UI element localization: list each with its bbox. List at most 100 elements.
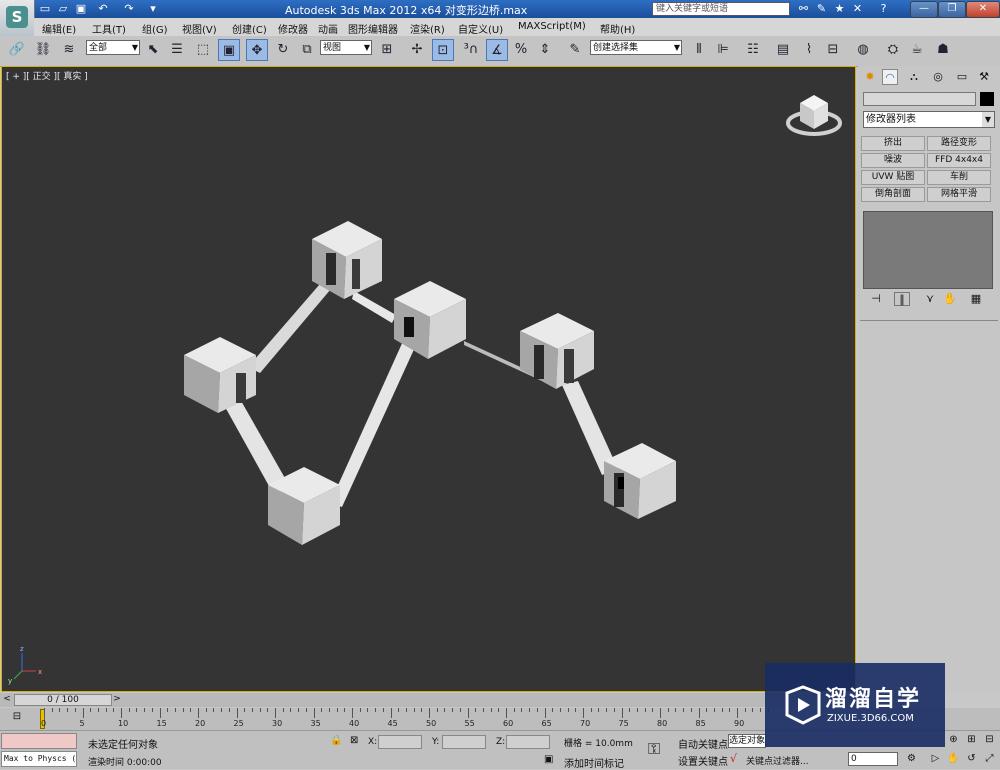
- manipulate-icon[interactable]: ✢: [406, 39, 428, 61]
- select-move-icon[interactable]: ✥: [246, 39, 268, 61]
- next-frame-arrow-icon[interactable]: >: [112, 694, 122, 706]
- orbit-icon[interactable]: ↺: [964, 752, 979, 766]
- redo-icon[interactable]: ↷: [122, 2, 136, 15]
- prev-frame-arrow-icon[interactable]: <: [2, 694, 12, 706]
- schematic-view-icon[interactable]: ⊟: [822, 39, 844, 61]
- selection-filter-dropdown[interactable]: 全部 ▼: [86, 40, 140, 55]
- maxscript-listener-output[interactable]: [1, 733, 77, 749]
- perspective-viewport[interactable]: [ + ][ 正交 ][ 真实 ] z x y: [1, 66, 856, 692]
- hierarchy-tab-icon[interactable]: ⛬: [906, 69, 922, 85]
- extrude-button[interactable]: 挤出: [861, 136, 925, 151]
- percent-snap-icon[interactable]: %: [510, 39, 532, 61]
- quick-access-dropdown-icon[interactable]: ▾: [146, 2, 160, 15]
- configure-sets-icon[interactable]: ▦: [968, 292, 984, 306]
- z-coord-field[interactable]: [506, 735, 550, 749]
- zoom-extents-all-icon[interactable]: ⊟: [982, 733, 997, 747]
- favorites-icon[interactable]: ★: [832, 2, 847, 16]
- app-menu-button[interactable]: S: [0, 0, 35, 36]
- rendered-frame-window-icon[interactable]: ☕: [906, 39, 928, 61]
- angle-snap-icon[interactable]: ∡: [486, 39, 508, 61]
- select-by-name-icon[interactable]: ☰: [166, 39, 188, 61]
- rect-selection-region-icon[interactable]: ⬚: [192, 39, 214, 61]
- material-editor-icon[interactable]: ◍: [852, 39, 874, 61]
- set-key-button[interactable]: 设置关键点: [678, 753, 728, 768]
- menu-views[interactable]: 视图(V): [182, 21, 217, 36]
- binoculars-icon[interactable]: ⚯: [796, 2, 811, 16]
- key-filters-button[interactable]: 关键点过滤器...: [746, 754, 809, 767]
- maximize-viewport-icon[interactable]: ⤢: [982, 752, 997, 766]
- menu-animation[interactable]: 动画: [318, 21, 338, 36]
- menu-help[interactable]: 帮助(H): [600, 21, 635, 36]
- box-object[interactable]: [520, 313, 594, 389]
- zoom-extents-icon[interactable]: ⊞: [964, 733, 979, 747]
- mini-curve-editor-icon[interactable]: ⊟: [8, 711, 26, 725]
- menu-graph-editors[interactable]: 图形编辑器: [348, 21, 398, 36]
- pivot-center-icon[interactable]: ⊞: [376, 39, 398, 61]
- open-file-icon[interactable]: ▱: [56, 2, 70, 15]
- current-frame-field[interactable]: 0: [848, 752, 898, 766]
- motion-tab-icon[interactable]: ◎: [930, 69, 946, 85]
- modifier-stack[interactable]: [863, 211, 993, 289]
- graphite-ribbon-icon[interactable]: ▤: [772, 39, 794, 61]
- select-object-icon[interactable]: ⬉: [142, 39, 164, 61]
- create-tab-icon[interactable]: ✸: [862, 69, 878, 85]
- display-tab-icon[interactable]: ▭: [954, 69, 970, 85]
- bind-space-warp-icon[interactable]: ≋: [58, 39, 80, 61]
- menu-create[interactable]: 创建(C): [232, 21, 267, 36]
- viewcube[interactable]: [786, 95, 842, 136]
- key-mode-curve-icon[interactable]: √: [730, 752, 737, 765]
- keyboard-shortcut-override-icon[interactable]: ⊡: [432, 39, 454, 61]
- save-file-icon[interactable]: ▣: [74, 2, 88, 15]
- unlink-icon[interactable]: ⛓: [32, 39, 54, 61]
- menu-customize[interactable]: 自定义(U): [458, 21, 503, 36]
- time-config-icon[interactable]: ⚙: [904, 752, 919, 766]
- remove-modifier-icon[interactable]: ✋: [942, 292, 958, 306]
- menu-modifiers[interactable]: 修改器: [278, 21, 308, 36]
- y-coord-field[interactable]: [442, 735, 486, 749]
- align-icon[interactable]: ⊫: [712, 39, 734, 61]
- uvw-map-button[interactable]: UVW 贴图: [861, 170, 925, 185]
- absolute-mode-icon[interactable]: ⊠: [350, 735, 358, 746]
- x-coord-field[interactable]: [378, 735, 422, 749]
- new-file-icon[interactable]: ▭: [38, 2, 52, 15]
- snap-toggle-icon[interactable]: ³∩: [460, 39, 482, 61]
- bevel-profile-button[interactable]: 倒角剖面: [861, 187, 925, 202]
- key-icon[interactable]: ⚿: [648, 739, 660, 759]
- minimize-button[interactable]: —: [910, 1, 938, 18]
- ffd-button[interactable]: FFD 4x4x4: [927, 153, 991, 168]
- key-selection-set-dropdown[interactable]: 选定对象: [728, 734, 766, 748]
- menu-group[interactable]: 组(G): [142, 21, 168, 36]
- maxscript-mini-listener[interactable]: Max to Physcs (: [1, 751, 77, 767]
- edit-named-selection-icon[interactable]: ✎: [564, 39, 586, 61]
- render-setup-icon[interactable]: ⛭: [882, 39, 904, 61]
- pin-stack-icon[interactable]: ⊣: [868, 292, 884, 306]
- time-slider-knob[interactable]: 0 / 100: [14, 694, 112, 706]
- modifier-list-dropdown[interactable]: 修改器列表 ▼: [863, 111, 995, 128]
- menu-edit[interactable]: 编辑(E): [42, 21, 76, 36]
- field-of-view-icon[interactable]: ▷: [928, 752, 943, 766]
- noise-button[interactable]: 噪波: [861, 153, 925, 168]
- object-name-field[interactable]: [863, 92, 976, 106]
- maximize-button[interactable]: ❐: [938, 1, 966, 18]
- time-tag-icon[interactable]: ▣: [544, 754, 553, 765]
- select-scale-icon[interactable]: ⧉: [296, 39, 318, 61]
- pan-hand-icon[interactable]: ✋: [946, 752, 961, 766]
- path-deform-button[interactable]: 路径变形: [927, 136, 991, 151]
- close-panel-icon[interactable]: ✕: [850, 2, 865, 16]
- mirror-icon[interactable]: ⫴: [688, 39, 710, 61]
- box-object[interactable]: [604, 443, 676, 519]
- named-selection-dropdown[interactable]: 创建选择集 ▼: [590, 40, 682, 55]
- reference-coord-dropdown[interactable]: 视图 ▼: [320, 40, 372, 55]
- help-icon[interactable]: ?: [876, 2, 891, 16]
- lock-selection-icon[interactable]: 🔒: [330, 735, 342, 746]
- layer-manager-icon[interactable]: ☷: [742, 39, 764, 61]
- lathe-button[interactable]: 车削: [927, 170, 991, 185]
- link-icon[interactable]: 🔗: [6, 39, 28, 61]
- window-crossing-icon[interactable]: ▣: [218, 39, 240, 61]
- menu-maxscript[interactable]: MAXScript(M): [518, 21, 586, 32]
- time-slider[interactable]: < 0 / 100 >: [0, 693, 856, 707]
- auto-key-button[interactable]: 自动关键点: [678, 736, 728, 751]
- help-search-input[interactable]: 键入关键字或短语: [652, 2, 790, 16]
- utilities-tab-icon[interactable]: ⚒: [976, 69, 992, 85]
- meshsmooth-button[interactable]: 网格平滑: [927, 187, 991, 202]
